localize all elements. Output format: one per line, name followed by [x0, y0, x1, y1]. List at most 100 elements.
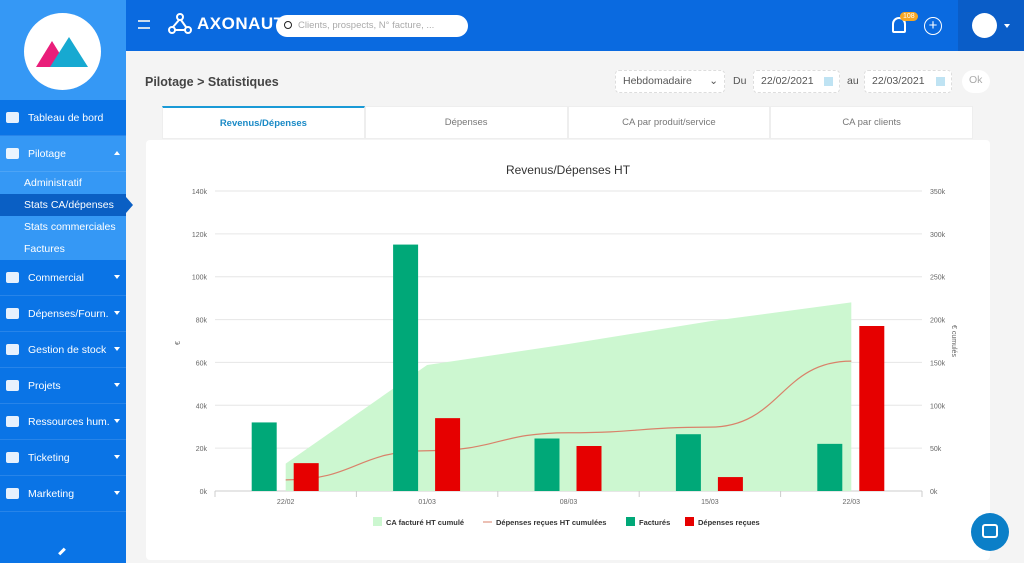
- legend-item: Dépenses reçues: [698, 518, 760, 527]
- legend-swatch: [373, 517, 382, 526]
- depenses-bar: [435, 418, 461, 491]
- brand[interactable]: AXONAUT: [168, 13, 285, 35]
- sidebar-subitem[interactable]: Stats CA/dépenses: [0, 194, 133, 216]
- sidebar-subitem[interactable]: Stats commerciales: [0, 216, 126, 238]
- factures-bar: [675, 434, 701, 491]
- presentation-icon: [6, 148, 19, 159]
- wrench-icon: [972, 13, 997, 38]
- period-value: Hebdomadaire: [623, 75, 692, 87]
- sidebar-subitem[interactable]: Administratif: [0, 172, 126, 194]
- date-from-input[interactable]: 22/02/2021: [753, 70, 840, 93]
- chat-button[interactable]: [971, 513, 1009, 551]
- tab-depenses[interactable]: Dépenses: [364, 106, 568, 139]
- y2-tick-label: 150k: [930, 360, 946, 367]
- brand-name: AXONAUT: [197, 14, 285, 33]
- briefcase-icon: [6, 272, 19, 283]
- sidebar-item-gestion-de-stock[interactable]: Gestion de stock: [0, 332, 126, 368]
- y2-tick-label: 300k: [930, 232, 946, 239]
- collapse-menu-icon[interactable]: [138, 20, 150, 29]
- sidebar-item-label: Ressources hum.: [28, 415, 110, 428]
- chevron-icon: [114, 455, 120, 459]
- users-icon: [6, 416, 19, 427]
- revenus-depenses-chart: Revenus/Dépenses HT 0k 0k 20k 50k 40k 100k 60k 1…: [175, 163, 957, 527]
- search-input[interactable]: Clients, prospects, N° facture, ...: [276, 15, 468, 37]
- legend-swatch: [626, 517, 635, 526]
- chevron-icon: [114, 419, 120, 423]
- y2-tick-label: 100k: [930, 403, 946, 410]
- y2-tick-label: 200k: [930, 318, 946, 325]
- y-tick-label: 40k: [196, 403, 208, 410]
- sidebar-item-label: Tableau de bord: [28, 111, 104, 124]
- x-tick-label: 08/03: [560, 499, 578, 506]
- y-tick-label: 140k: [192, 189, 208, 196]
- breadcrumb: Pilotage > Statistiques: [145, 75, 279, 89]
- x-tick-label: 22/02: [277, 499, 295, 506]
- sidebar-item-ressources-hum-[interactable]: Ressources hum.: [0, 404, 126, 440]
- axonaut-logo-icon: [168, 13, 192, 34]
- sidebar-item-marketing[interactable]: Marketing: [0, 476, 126, 512]
- x-tick-label: 01/03: [418, 499, 436, 506]
- sidebar-item-projets[interactable]: Projets: [0, 368, 126, 404]
- y2-axis-label: € cumulés: [950, 325, 957, 357]
- sidebar-item-tableau-de-bord[interactable]: Tableau de bord: [0, 100, 126, 136]
- box-icon: [6, 344, 19, 355]
- user-menu[interactable]: [958, 0, 1024, 51]
- notification-badge: 108: [900, 12, 918, 21]
- sidebar-item-d-penses-fourn-[interactable]: Dépenses/Fourn.: [0, 296, 126, 332]
- tab-revenus-depenses[interactable]: Revenus/Dépenses: [162, 106, 365, 139]
- x-tick-label: 15/03: [701, 499, 719, 506]
- brush-icon[interactable]: [58, 547, 66, 556]
- topbar: AXONAUT Clients, prospects, N° facture, …: [126, 0, 1024, 51]
- y-tick-label: 20k: [196, 446, 208, 453]
- chevron-icon: [114, 383, 120, 387]
- sidebar-item-label: Ticketing: [28, 451, 70, 464]
- chart-title: Revenus/Dépenses HT: [506, 163, 631, 177]
- ca-cumule-area: [285, 302, 852, 491]
- factures-bar: [393, 244, 419, 491]
- sidebar-item-label: Dépenses/Fourn.: [28, 307, 109, 320]
- calculator-icon: [6, 308, 19, 319]
- chevron-down-icon: [1004, 24, 1010, 28]
- tag-icon: [6, 452, 19, 463]
- au-label: au: [847, 75, 859, 87]
- x-tick-label: 22/03: [843, 499, 861, 506]
- depenses-bar: [293, 463, 319, 491]
- period-select[interactable]: Hebdomadaire ⌄: [615, 70, 725, 93]
- chevron-icon: [114, 151, 120, 155]
- legend-item: Dépenses reçues HT cumulées: [496, 518, 606, 527]
- date-from-value: 22/02/2021: [761, 75, 814, 87]
- sidebar-subitem[interactable]: Factures: [0, 238, 126, 260]
- legend-swatch: [685, 517, 694, 526]
- date-to-value: 22/03/2021: [872, 75, 925, 87]
- chart-card: Revenus/Dépenses HT 0k 0k 20k 50k 40k 100k 60k 1…: [146, 140, 990, 560]
- y-tick-label: 100k: [192, 275, 208, 282]
- chevron-icon: [114, 311, 120, 315]
- add-icon[interactable]: +: [924, 17, 942, 35]
- sidebar-item-pilotage[interactable]: Pilotage: [0, 136, 126, 172]
- sidebar-item-commercial[interactable]: Commercial: [0, 260, 126, 296]
- ok-button[interactable]: Ok: [962, 70, 990, 93]
- tab-bar: Revenus/Dépenses Dépenses CA par produit…: [162, 106, 973, 139]
- sidebar-item-label: Commercial: [28, 271, 85, 284]
- legend-item: CA facturé HT cumulé: [386, 518, 464, 527]
- chevron-icon: [114, 347, 120, 351]
- factures-bar: [251, 422, 277, 491]
- y-tick-label: 80k: [196, 318, 208, 325]
- sidebar-item-label: Gestion de stock: [28, 343, 107, 356]
- calendar-icon[interactable]: [936, 77, 945, 86]
- calendar-icon[interactable]: [824, 77, 833, 86]
- tab-ca-produit[interactable]: CA par produit/service: [567, 106, 771, 139]
- date-to-input[interactable]: 22/03/2021: [864, 70, 952, 93]
- chevron-icon: [114, 275, 120, 279]
- company-logo[interactable]: [24, 13, 101, 90]
- sidebar-item-ticketing[interactable]: Ticketing: [0, 440, 126, 476]
- du-label: Du: [733, 75, 747, 87]
- legend-item: Facturés: [639, 518, 670, 527]
- depenses-bar: [717, 477, 743, 491]
- sidebar-item-label: Projets: [28, 379, 61, 392]
- tab-ca-clients[interactable]: CA par clients: [770, 106, 973, 139]
- folder-icon: [6, 380, 19, 391]
- factures-bar: [817, 443, 843, 491]
- chevron-down-icon: ⌄: [709, 75, 718, 87]
- y-tick-label: 0k: [200, 489, 208, 496]
